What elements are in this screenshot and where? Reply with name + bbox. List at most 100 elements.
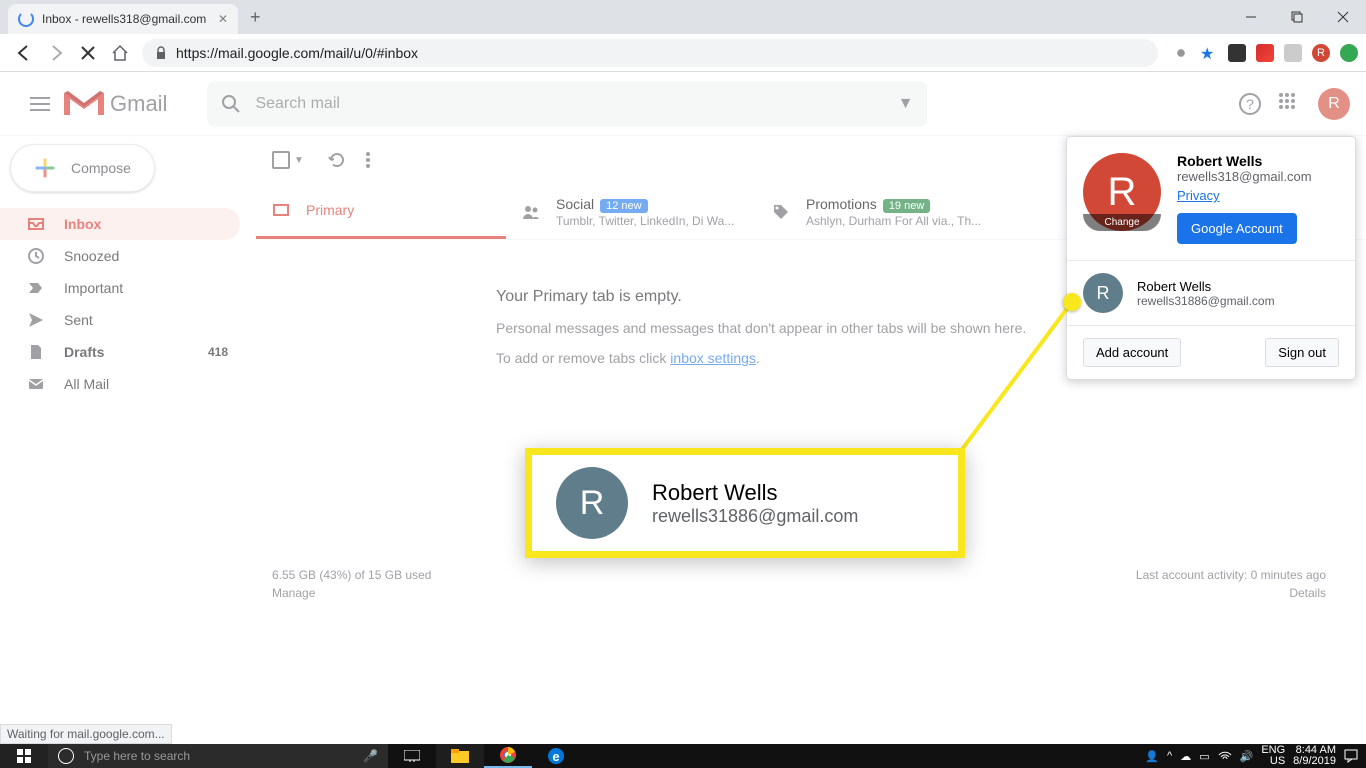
taskbar-search[interactable]: Type here to search 🎤: [48, 744, 388, 768]
manage-link[interactable]: Manage: [272, 586, 315, 600]
storage-text: 6.55 GB (43%) of 15 GB used: [272, 568, 431, 582]
stop-button[interactable]: [74, 39, 102, 67]
sidebar-item-label: Sent: [64, 312, 93, 328]
extension-icons: ★ R: [1172, 44, 1358, 62]
tray-lang[interactable]: ENGUS: [1261, 745, 1285, 767]
google-account-button[interactable]: Google Account: [1177, 213, 1297, 244]
details-link[interactable]: Details: [1289, 586, 1326, 600]
alt-account-row[interactable]: R Robert Wells rewells31886@gmail.com: [1067, 261, 1355, 326]
window-controls: [1228, 0, 1366, 34]
sidebar-item-sent[interactable]: Sent: [0, 304, 240, 336]
svg-text:?: ?: [1246, 96, 1254, 112]
drafts-icon: [26, 343, 46, 361]
callout-name: Robert Wells: [652, 480, 858, 506]
privacy-link[interactable]: Privacy: [1177, 188, 1312, 203]
forward-button[interactable]: [42, 39, 70, 67]
main-menu-button[interactable]: [16, 97, 64, 111]
add-account-button[interactable]: Add account: [1083, 338, 1181, 367]
inbox-settings-link[interactable]: inbox settings: [670, 350, 756, 366]
tray-onedrive-icon[interactable]: ☁: [1180, 750, 1191, 763]
tray-wifi-icon[interactable]: [1218, 751, 1232, 761]
sidebar-item-important[interactable]: Important: [0, 272, 240, 304]
home-button[interactable]: [106, 39, 134, 67]
sidebar-item-inbox[interactable]: Inbox: [0, 208, 240, 240]
tab-label: Social: [556, 196, 594, 212]
status-bar: Waiting for mail.google.com...: [0, 724, 172, 744]
tab-subtitle: Tumblr, Twitter, LinkedIn, Di Wa...: [556, 214, 734, 228]
task-view-icon[interactable]: [388, 744, 436, 768]
file-explorer-icon[interactable]: [436, 744, 484, 768]
browser-tab-strip: Inbox - rewells318@gmail.com ✕ +: [0, 0, 1366, 34]
tray-chevron-icon[interactable]: ^: [1167, 750, 1172, 762]
edge-icon[interactable]: e: [532, 744, 580, 768]
tab-primary[interactable]: Primary: [256, 184, 506, 239]
sidebar-item-drafts[interactable]: Drafts 418: [0, 336, 240, 368]
support-icon[interactable]: ?: [1238, 92, 1262, 116]
tab-promotions[interactable]: Promotions19 new Ashlyn, Durham For All …: [756, 184, 1006, 239]
browser-tab[interactable]: Inbox - rewells318@gmail.com ✕: [8, 4, 238, 34]
drafts-count: 418: [208, 345, 228, 359]
maximize-button[interactable]: [1274, 0, 1320, 34]
chrome-icon[interactable]: [484, 744, 532, 768]
callout-box: R Robert Wells rewells31886@gmail.com: [525, 448, 965, 558]
sign-out-button[interactable]: Sign out: [1265, 338, 1339, 367]
new-tab-button[interactable]: +: [250, 7, 261, 28]
windows-taskbar: Type here to search 🎤 e 👤 ^ ☁ ▭ 🔊 ENGUS …: [0, 744, 1366, 768]
cortana-icon: [58, 748, 74, 764]
system-tray: 👤 ^ ☁ ▭ 🔊 ENGUS 8:44 AM8/9/2019: [1145, 744, 1366, 768]
change-avatar-label[interactable]: Change: [1083, 214, 1161, 231]
allmail-icon: [26, 375, 46, 393]
tray-volume-icon[interactable]: 🔊: [1240, 750, 1254, 763]
sidebar-item-allmail[interactable]: All Mail: [0, 368, 240, 400]
callout-avatar: R: [556, 467, 628, 539]
ext-icon[interactable]: [1228, 44, 1246, 62]
tab-social[interactable]: Social12 new Tumblr, Twitter, LinkedIn, …: [506, 184, 756, 239]
alt-account-email: rewells31886@gmail.com: [1137, 294, 1275, 308]
select-all-checkbox[interactable]: [272, 151, 290, 169]
profile-icon[interactable]: R: [1312, 44, 1330, 62]
ext-icon[interactable]: [1172, 44, 1190, 62]
gmail-header: Gmail ▼ ? R: [0, 72, 1366, 136]
gmail-logo-icon: [64, 89, 104, 119]
compose-button[interactable]: Compose: [10, 144, 155, 192]
select-dropdown-icon[interactable]: ▼: [294, 155, 304, 166]
address-bar: https://mail.google.com/mail/u/0/#inbox …: [0, 34, 1366, 72]
url-input[interactable]: https://mail.google.com/mail/u/0/#inbox: [142, 39, 1158, 67]
google-apps-icon[interactable]: [1278, 92, 1302, 116]
tray-battery-icon[interactable]: ▭: [1199, 750, 1209, 763]
inbox-icon: [26, 215, 46, 233]
sent-icon: [26, 311, 46, 329]
search-input[interactable]: [255, 95, 897, 113]
back-button[interactable]: [10, 39, 38, 67]
sidebar-item-label: Important: [64, 280, 123, 296]
account-avatar[interactable]: R: [1318, 88, 1350, 120]
more-icon[interactable]: [366, 151, 370, 169]
close-tab-icon[interactable]: ✕: [218, 12, 228, 26]
search-box[interactable]: ▼: [207, 81, 927, 127]
gmail-logo[interactable]: Gmail: [64, 89, 167, 119]
start-button[interactable]: [0, 744, 48, 768]
sidebar-item-label: Inbox: [64, 216, 101, 232]
compose-label: Compose: [71, 160, 131, 176]
minimize-button[interactable]: [1228, 0, 1274, 34]
popup-avatar[interactable]: R Change: [1083, 153, 1161, 231]
mic-icon[interactable]: 🎤: [363, 749, 378, 763]
search-options-dropdown[interactable]: ▼: [898, 95, 914, 113]
ext-icon[interactable]: [1284, 44, 1302, 62]
bookmark-star-icon[interactable]: ★: [1200, 44, 1218, 62]
footer-info: 6.55 GB (43%) of 15 GB used Manage Last …: [272, 568, 1326, 604]
ext-icon[interactable]: [1340, 44, 1358, 62]
lock-icon: [154, 46, 168, 60]
sidebar: Compose Inbox Snoozed Important Sent Dra…: [0, 136, 256, 744]
callout-email: rewells31886@gmail.com: [652, 506, 858, 527]
close-window-button[interactable]: [1320, 0, 1366, 34]
notifications-icon[interactable]: [1344, 749, 1358, 763]
tab-title: Inbox - rewells318@gmail.com: [42, 12, 206, 26]
refresh-icon[interactable]: [328, 151, 346, 169]
account-popup: R Change Robert Wells rewells318@gmail.c…: [1066, 136, 1356, 380]
sidebar-item-snoozed[interactable]: Snoozed: [0, 240, 240, 272]
tray-clock[interactable]: 8:44 AM8/9/2019: [1293, 745, 1336, 767]
popup-email: rewells318@gmail.com: [1177, 169, 1312, 184]
tray-people-icon[interactable]: 👤: [1145, 750, 1159, 763]
ext-icon[interactable]: [1256, 44, 1274, 62]
